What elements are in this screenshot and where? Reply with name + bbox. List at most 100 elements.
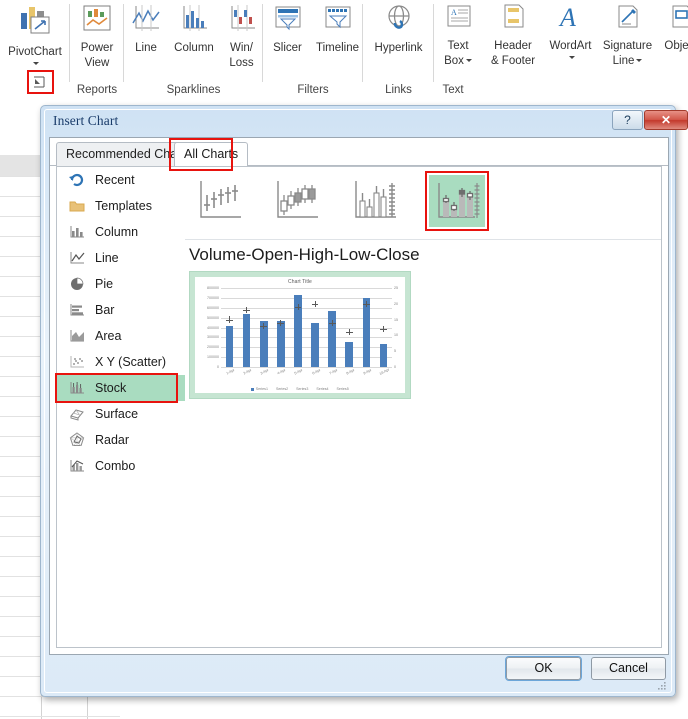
launcher-annotation-box: [27, 70, 54, 94]
sidebar-item-scatter[interactable]: X Y (Scatter): [57, 349, 185, 375]
chart-bar: [225, 325, 234, 367]
ok-button[interactable]: OK: [505, 656, 582, 681]
chart-preview[interactable]: Chart Title 0 100000 200000 300000 400000 500…: [189, 271, 411, 399]
chart-y-tick: 400000: [207, 325, 219, 330]
object-icon: [658, 3, 688, 38]
chart-type-panel: Recent Templates Column Line Pie Bar Are…: [55, 166, 662, 648]
pivotchart-dropdown-arrow[interactable]: [0, 59, 70, 68]
timeline-button[interactable]: Timeline: [312, 3, 363, 55]
header-footer-label-line1: Header: [494, 40, 532, 52]
ribbon-group-sparklines: Line Column Win/ Loss Sparklines: [124, 0, 263, 99]
sparkline-column-button[interactable]: Column: [168, 3, 220, 55]
area-chart-icon: [68, 327, 86, 345]
sidebar-item-area[interactable]: Area: [57, 323, 185, 349]
chart-legend-item: Series1: [251, 387, 268, 391]
power-view-label-line2: View: [84, 56, 110, 69]
sparkline-winloss-label-line1: Win/: [230, 42, 253, 54]
line-chart-icon: [68, 249, 86, 267]
subtype-open-high-low-close[interactable]: [270, 175, 326, 227]
sidebar-item-stock[interactable]: Stock: [55, 373, 185, 403]
hyperlink-button[interactable]: Hyperlink: [363, 3, 434, 55]
sidebar-item-line[interactable]: Line: [57, 245, 185, 271]
slicer-label: Slicer: [273, 42, 302, 54]
header-footer-icon: [482, 3, 544, 38]
sparkline-line-button[interactable]: Line: [124, 3, 168, 55]
sparkline-column-label: Column: [174, 42, 214, 54]
chart-y2-tick: 25: [394, 286, 398, 290]
sparkline-winloss-label-line2: Loss: [229, 56, 254, 69]
chart-y2-tick: 5: [394, 349, 396, 354]
pie-chart-icon: [68, 275, 86, 293]
recent-icon: [68, 171, 86, 189]
chart-legend-item: Series5: [336, 387, 349, 391]
ribbon-group-reports: Power View Reports: [70, 0, 124, 99]
chart-close-tick: [315, 303, 319, 305]
sidebar-item-surface[interactable]: Surface: [57, 401, 185, 427]
text-box-label-line2[interactable]: Box: [434, 55, 482, 68]
sidebar-item-combo[interactable]: Combo: [57, 453, 185, 479]
chart-gridline: [221, 288, 392, 289]
legend-swatch-icon: [251, 387, 255, 391]
slicer-button[interactable]: Slicer: [263, 3, 312, 55]
svg-text:A: A: [451, 8, 457, 17]
chart-type-list[interactable]: Recent Templates Column Line Pie Bar Are…: [55, 167, 186, 647]
sidebar-item-bar[interactable]: Bar: [57, 297, 185, 323]
subtype-high-low-close[interactable]: [193, 175, 249, 227]
chart-bar: [311, 322, 319, 367]
hyperlink-icon: [363, 3, 434, 40]
sparkline-column-icon: [168, 3, 220, 40]
signature-line-label-line2[interactable]: Line: [597, 55, 658, 68]
power-view-button[interactable]: Power View: [70, 3, 124, 69]
chart-y-tick: 800000: [207, 286, 219, 290]
chart-close-tick: [297, 306, 302, 308]
sidebar-item-label: Area: [95, 329, 122, 343]
header-footer-button[interactable]: Header & Footer: [482, 3, 544, 67]
chart-y-tick: 500000: [207, 315, 219, 320]
surface-chart-icon: [68, 405, 86, 423]
pivotchart-icon: [0, 3, 70, 44]
chart-subtype-strip: [185, 167, 661, 240]
chart-close-tick: [366, 303, 370, 305]
chart-y2-tick: 10: [394, 333, 398, 338]
sparkline-line-label: Line: [135, 42, 157, 54]
chart-close-tick: [349, 332, 353, 334]
chart-y2-tick: 20: [394, 301, 398, 306]
sidebar-item-recent[interactable]: Recent: [57, 167, 185, 193]
dialog-title: Insert Chart: [53, 113, 119, 128]
close-icon[interactable]: ✕: [644, 110, 688, 130]
sidebar-item-radar[interactable]: Radar: [57, 427, 185, 453]
pivotchart-button[interactable]: PivotChart: [0, 3, 70, 68]
timeline-icon: [312, 3, 363, 40]
object-button[interactable]: Object: [658, 3, 688, 53]
subtype-volume-high-low-close[interactable]: [348, 175, 404, 227]
help-button[interactable]: ?: [612, 110, 643, 130]
signature-line-icon: [597, 3, 658, 38]
power-view-icon: [70, 3, 124, 40]
templates-icon: [68, 197, 86, 215]
sidebar-item-label: Combo: [95, 459, 136, 473]
subtype-volume-open-high-low-close[interactable]: [429, 175, 485, 227]
pivotchart-label: PivotChart: [8, 46, 62, 58]
cancel-button[interactable]: Cancel: [591, 657, 666, 680]
power-view-label-line1: Power: [80, 42, 114, 54]
sidebar-item-label: Bar: [95, 303, 115, 317]
dialog-title-bar[interactable]: Insert Chart ? ✕: [41, 106, 688, 136]
sidebar-item-templates[interactable]: Templates: [57, 193, 185, 219]
sidebar-item-label: Line: [95, 251, 119, 265]
chart-legend-item: Series3: [296, 387, 309, 391]
wordart-dropdown-arrow[interactable]: [544, 53, 597, 62]
sidebar-item-column[interactable]: Column: [57, 219, 185, 245]
signature-line-dropdown-arrow: [636, 58, 643, 62]
chart-bar: [277, 320, 285, 367]
resize-grip[interactable]: [656, 678, 667, 690]
text-box-dropdown-arrow: [465, 58, 472, 62]
chart-bar: [379, 344, 388, 367]
signature-line-button[interactable]: Signature Line: [597, 3, 658, 67]
sidebar-item-label: Column: [95, 225, 139, 239]
sparkline-winloss-button[interactable]: Win/ Loss: [220, 3, 263, 69]
wordart-button[interactable]: A WordArt: [544, 3, 597, 62]
text-box-button[interactable]: A Text Box: [434, 3, 482, 67]
sidebar-item-pie[interactable]: Pie: [57, 271, 185, 297]
sidebar-item-label: Stock: [95, 381, 127, 395]
preview-title: Volume-Open-High-Low-Close: [189, 245, 420, 264]
